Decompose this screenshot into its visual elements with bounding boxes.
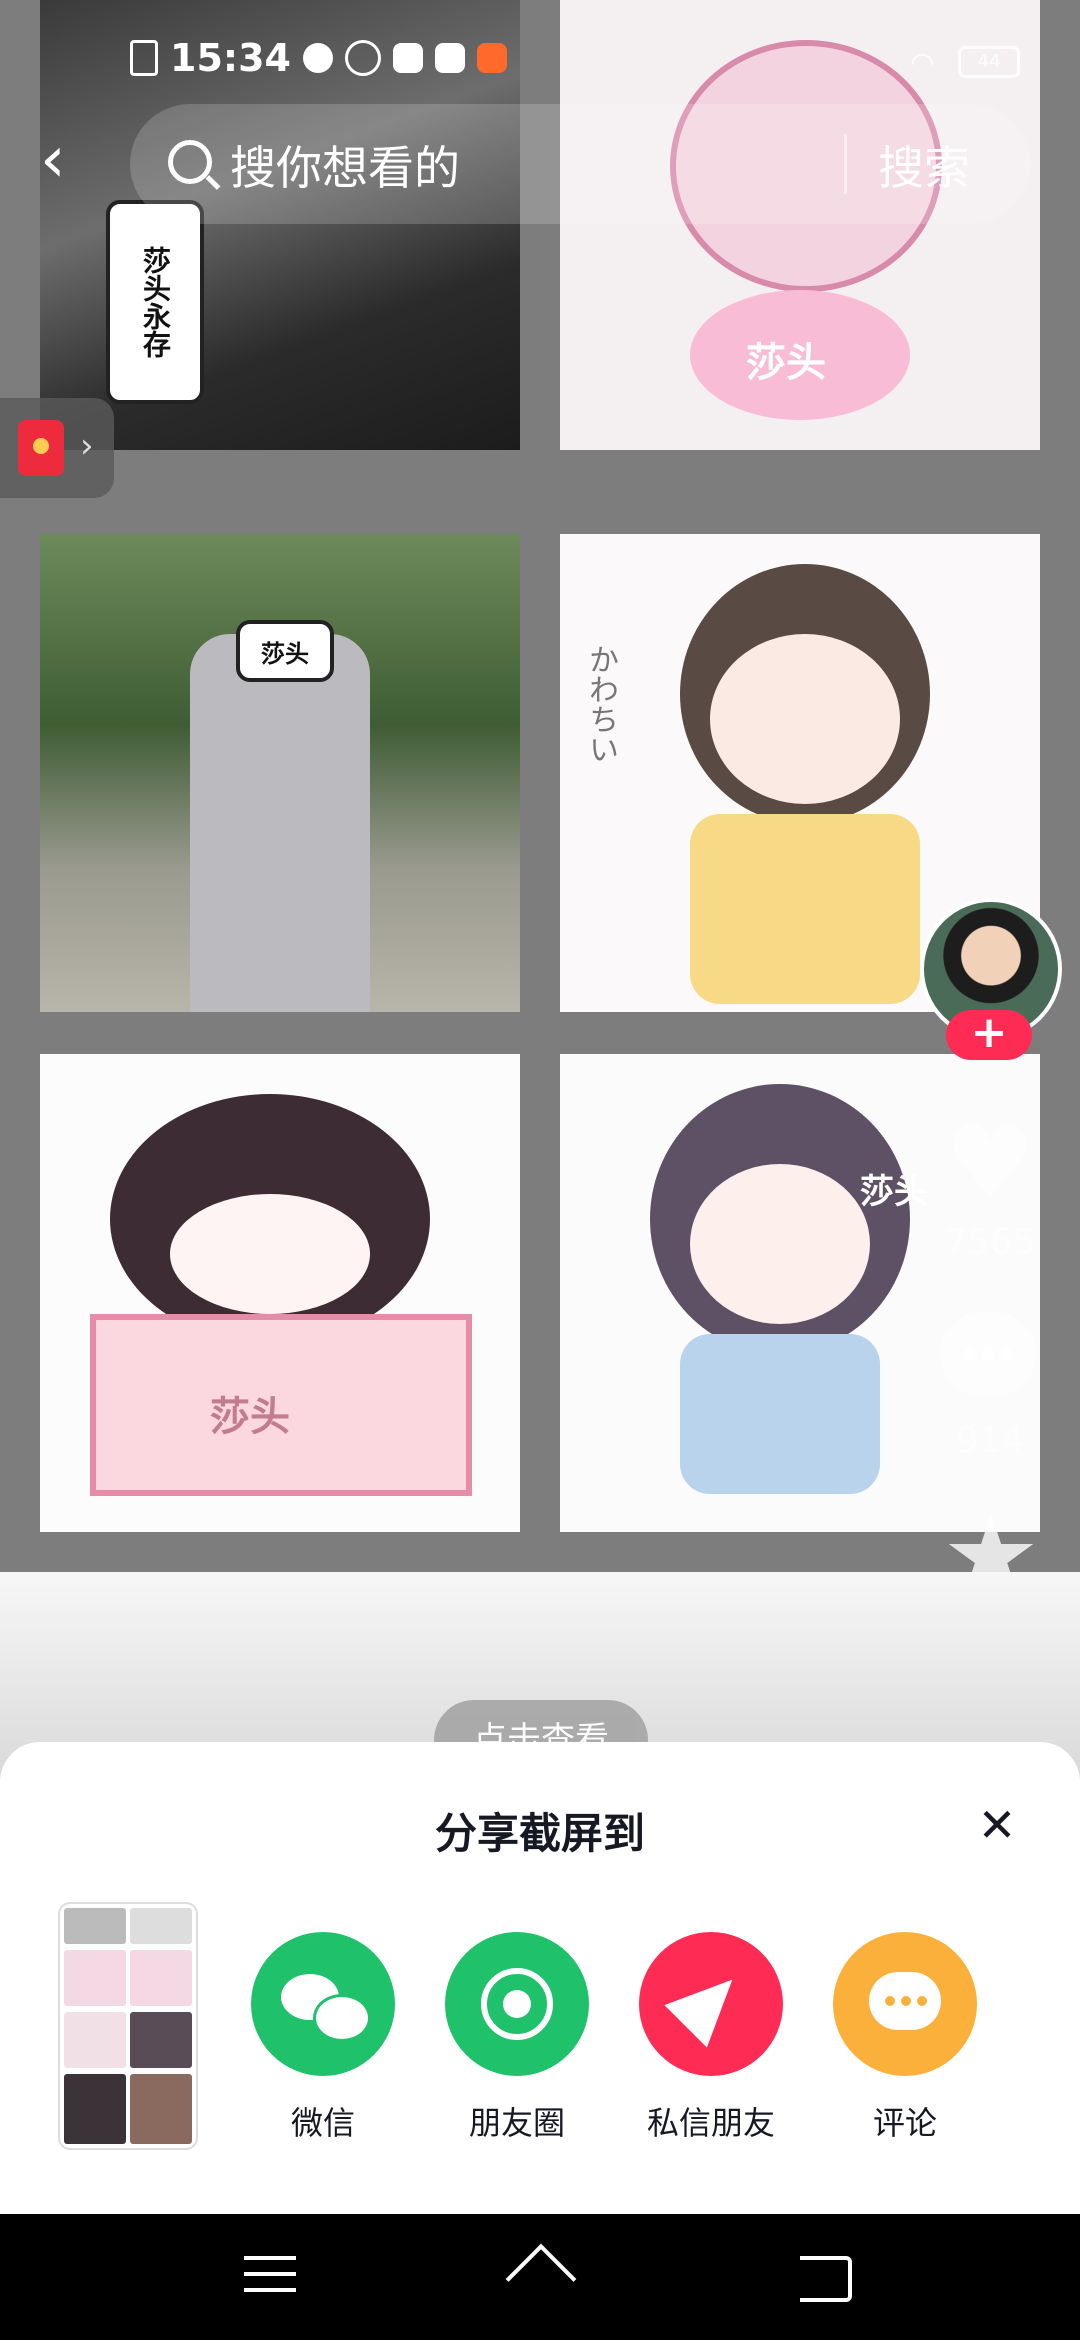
search-icon bbox=[168, 140, 212, 184]
sticker-bear-box[interactable]: 莎头 bbox=[40, 1054, 520, 1532]
share-direct-message[interactable]: 私信朋友 bbox=[614, 1932, 808, 2162]
share-moments[interactable]: 朋友圈 bbox=[420, 1932, 614, 2162]
sign-text: 莎头永存 bbox=[106, 200, 204, 404]
search-button[interactable]: 搜索 bbox=[878, 132, 970, 198]
red-packet-widget[interactable]: › bbox=[0, 398, 114, 498]
comment-icon-share bbox=[833, 1932, 977, 2076]
share-wechat[interactable]: 微信 bbox=[226, 1932, 420, 2162]
status-time: 15:34 bbox=[170, 36, 291, 80]
battery-indicator: 44 bbox=[958, 46, 1020, 78]
check-icon bbox=[302, 43, 333, 73]
share-sheet-title: 分享截屏到 bbox=[434, 1809, 645, 1858]
back-nav-icon[interactable] bbox=[796, 2250, 856, 2302]
close-icon[interactable]: ✕ bbox=[972, 1800, 1022, 1850]
share-comment[interactable]: 评论 bbox=[808, 1932, 1002, 2162]
app-icon-2 bbox=[434, 43, 465, 73]
chevron-right-icon: › bbox=[80, 426, 94, 466]
follow-button[interactable]: + bbox=[946, 1010, 1032, 1060]
share-label-wechat: 微信 bbox=[290, 2104, 355, 2142]
sim-icon bbox=[130, 40, 158, 76]
screenshot-thumbnail[interactable] bbox=[60, 1904, 196, 2148]
search-placeholder[interactable]: 搜你想看的 bbox=[230, 132, 460, 198]
app-icon bbox=[392, 43, 423, 73]
comment-icon[interactable] bbox=[940, 1312, 1036, 1396]
back-icon[interactable]: ‹ bbox=[40, 128, 100, 198]
photo-girl-uniform[interactable]: 莎头 bbox=[40, 534, 520, 1012]
like-count: 7565 bbox=[944, 1222, 1036, 1263]
handwriting-text: かわちい bbox=[583, 644, 618, 764]
wechat-icon bbox=[251, 1932, 395, 2076]
mask-text: 莎头 bbox=[236, 620, 334, 682]
send-icon bbox=[639, 1932, 783, 2076]
like-icon[interactable]: ♥ bbox=[940, 1113, 1040, 1213]
home-icon[interactable] bbox=[505, 2243, 577, 2315]
status-bar: 15:34 bbox=[130, 36, 507, 80]
planet-icon bbox=[344, 40, 381, 76]
search-bar[interactable]: 搜你想看的 搜索 bbox=[130, 104, 1030, 224]
system-nav-bar bbox=[0, 2214, 1080, 2340]
search-divider bbox=[844, 134, 847, 194]
share-label-moments: 朋友圈 bbox=[468, 2104, 565, 2142]
sticker-label: 莎头 bbox=[746, 340, 826, 386]
hair-label: 莎头 bbox=[860, 1172, 928, 1212]
box-label: 莎头 bbox=[210, 1394, 290, 1440]
wifi-icon: ◠ bbox=[910, 46, 935, 79]
red-envelope-icon bbox=[18, 420, 64, 476]
menu-icon[interactable] bbox=[244, 2250, 304, 2302]
moments-icon bbox=[445, 1932, 589, 2076]
app-icon-3 bbox=[476, 43, 507, 73]
share-label-comment: 评论 bbox=[872, 2104, 937, 2142]
image-grid: 莎头永存 莎头 莎头 かわちい 莎头 莎头 bbox=[0, 0, 1080, 1572]
share-label-direct-message: 私信朋友 bbox=[646, 2104, 775, 2142]
comment-count: 914 bbox=[955, 1420, 1025, 1461]
